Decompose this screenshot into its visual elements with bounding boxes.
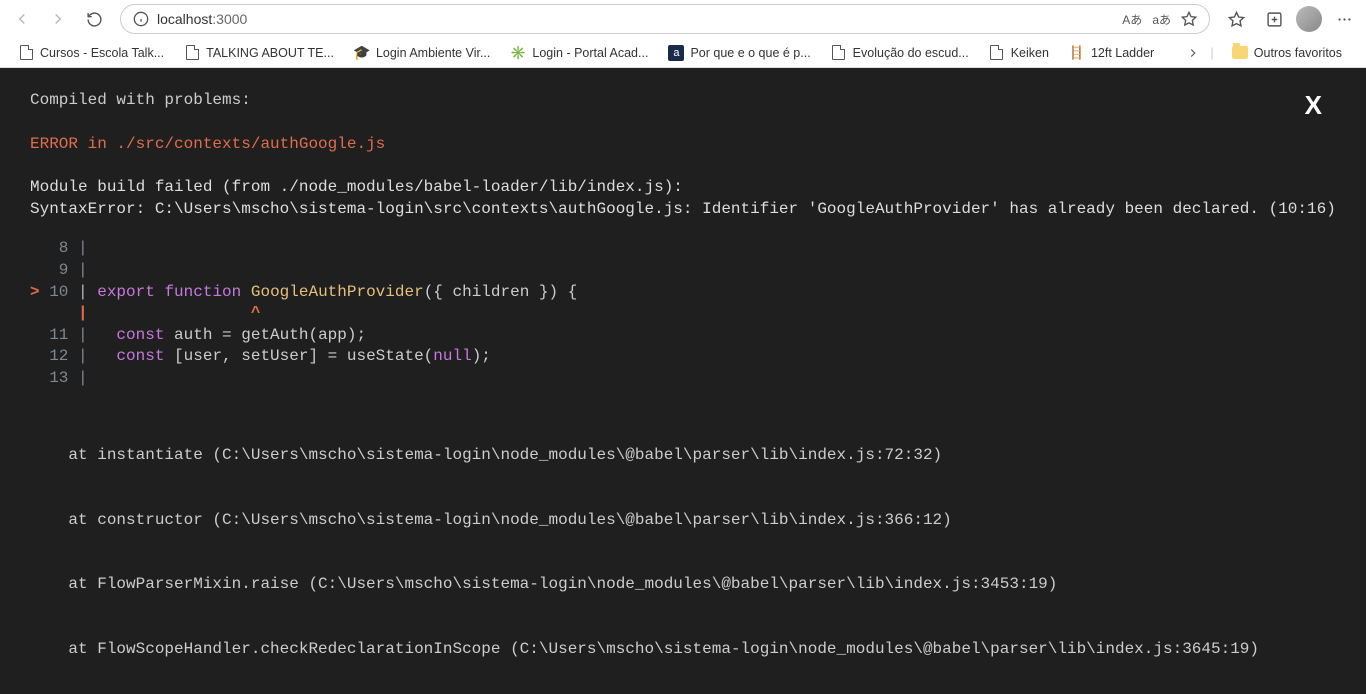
address-bar[interactable]: localhost:3000 Aあ aあ [120,4,1210,34]
collections-button[interactable] [1258,3,1290,35]
bookmark-label: Cursos - Escola Talk... [40,46,164,60]
other-favorites-label: Outros favoritos [1254,46,1342,60]
page-icon [989,45,1005,61]
menu-button[interactable] [1328,3,1360,35]
bookmark-item[interactable]: 🎓 Login Ambiente Vir... [346,43,498,63]
bookmark-label: Evolução do escud... [853,46,969,60]
url-text: localhost:3000 [157,11,247,27]
bookmarks-bar: Cursos - Escola Talk... TALKING ABOUT TE… [0,38,1366,68]
browser-toolbar: localhost:3000 Aあ aあ [0,0,1366,38]
page-icon [18,45,34,61]
code-frame: 8 | 9 | > 10 | export function GoogleAut… [30,238,1336,389]
favorite-icon[interactable] [1181,11,1197,27]
bookmark-item[interactable]: Cursos - Escola Talk... [10,43,172,63]
site-info-icon[interactable] [133,11,149,27]
page-icon [184,45,200,61]
forward-button[interactable] [42,3,74,35]
error-overlay: X Compiled with problems: ERROR in ./src… [0,68,1366,694]
read-aloud-icon[interactable]: Aあ [1122,11,1142,28]
bookmark-item[interactable]: ✳️ Login - Portal Acad... [502,43,656,63]
bookmark-item[interactable]: 🪜 12ft Ladder [1061,43,1162,63]
bookmark-label: Keiken [1011,46,1049,60]
bookmark-label: TALKING ABOUT TE... [206,46,334,60]
bookmark-label: Por que e o que é p... [690,46,810,60]
module-failed-line: Module build failed (from ./node_modules… [30,177,1336,199]
stack-trace: at instantiate (C:\Users\mscho\sistema-l… [30,402,1336,694]
page-icon [831,45,847,61]
overlay-heading: Compiled with problems: [30,90,1336,112]
bookmark-item[interactable]: TALKING ABOUT TE... [176,43,342,63]
stack-line: at instantiate (C:\Users\mscho\sistema-l… [30,445,1336,467]
portal-icon: ✳️ [510,45,526,61]
error-title: ERROR in ./src/contexts/authGoogle.js [30,134,1336,156]
bookmark-item[interactable]: a Por que e o que é p... [660,43,818,63]
folder-icon [1232,45,1248,61]
moodle-icon: 🎓 [354,45,370,61]
stack-line: at FlowScopeHandler.checkRedeclarationIn… [30,639,1336,661]
bookmarks-overflow-button[interactable] [1186,46,1200,60]
translate-icon[interactable]: aあ [1152,11,1171,28]
bookmark-label: Login Ambiente Vir... [376,46,490,60]
bookmark-item[interactable]: Keiken [981,43,1057,63]
profile-avatar[interactable] [1296,6,1322,32]
bookmark-item[interactable]: Evolução do escud... [823,43,977,63]
favorites-button[interactable] [1220,3,1252,35]
stack-line: at FlowParserMixin.raise (C:\Users\mscho… [30,574,1336,596]
ladder-icon: 🪜 [1069,45,1085,61]
close-button[interactable]: X [1305,88,1322,123]
syntax-error-line: SyntaxError: C:\Users\mscho\sistema-logi… [30,199,1336,221]
stack-line: at constructor (C:\Users\mscho\sistema-l… [30,510,1336,532]
bookmark-label: 12ft Ladder [1091,46,1154,60]
back-button[interactable] [6,3,38,35]
alura-icon: a [668,45,684,61]
bookmark-label: Login - Portal Acad... [532,46,648,60]
other-favorites-button[interactable]: Outros favoritos [1224,43,1356,63]
refresh-button[interactable] [78,3,110,35]
